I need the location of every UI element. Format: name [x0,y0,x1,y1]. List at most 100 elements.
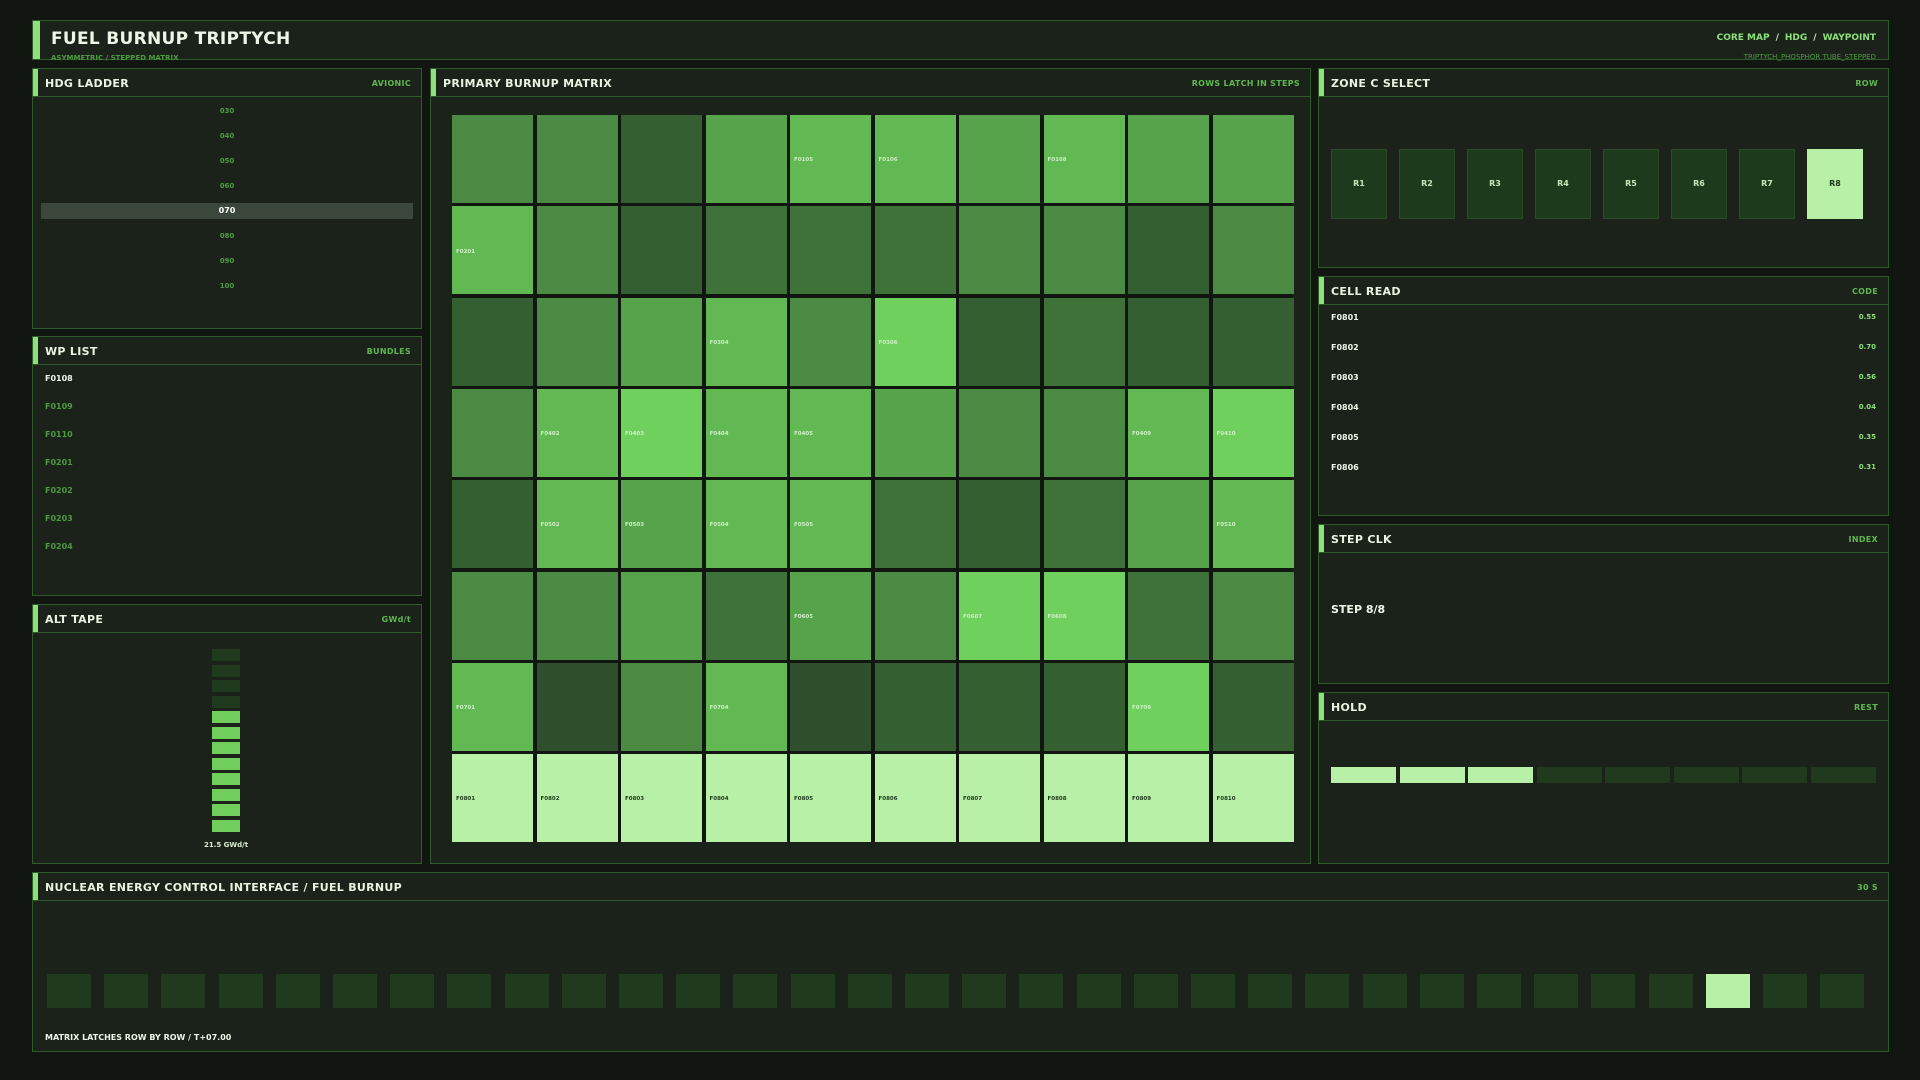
timeline-segment[interactable] [790,974,835,1008]
matrix-cell[interactable] [874,388,956,477]
timeline-segment[interactable] [333,974,377,1008]
matrix-cell[interactable]: F0304 [705,297,787,386]
timeline-segment[interactable] [1248,974,1293,1008]
row-button-r1[interactable]: R1 [1331,149,1387,219]
waypoint-item[interactable]: F0202 [45,486,73,495]
matrix-cell[interactable]: F0105 [790,115,871,203]
timeline-segment[interactable] [1019,974,1064,1008]
timeline-segment[interactable] [447,974,492,1008]
waypoint-item[interactable]: F0108 [45,374,73,383]
timeline-segment[interactable] [733,974,778,1008]
matrix-cell[interactable] [1043,480,1125,569]
matrix-cell[interactable]: F0402 [536,388,618,477]
matrix-cell[interactable]: F0605 [790,571,871,660]
matrix-cell[interactable] [705,115,787,203]
timeline-segment[interactable] [561,974,606,1008]
matrix-cell[interactable]: F0810 [1212,754,1294,843]
matrix-cell[interactable]: F0802 [536,754,618,843]
matrix-cell[interactable]: F0410 [1212,388,1294,477]
timeline-segment[interactable] [905,974,949,1008]
matrix-cell[interactable] [874,571,956,660]
matrix-cell[interactable] [790,662,871,751]
row-button-r3[interactable]: R3 [1467,149,1523,219]
matrix-cell[interactable] [452,115,533,203]
timeline-segment[interactable] [390,974,435,1008]
matrix-cell[interactable] [959,388,1040,477]
matrix-cell[interactable] [1043,662,1125,751]
matrix-cell[interactable]: F0806 [874,754,956,843]
matrix-cell[interactable] [959,662,1040,751]
waypoint-item[interactable]: F0109 [45,402,73,411]
timeline-segment[interactable] [1076,974,1121,1008]
matrix-cell[interactable] [790,206,871,295]
matrix-cell[interactable] [1128,297,1209,386]
matrix-cell[interactable] [621,297,702,386]
matrix-cell[interactable] [1128,480,1209,569]
row-button-r7[interactable]: R7 [1739,149,1795,219]
matrix-cell[interactable] [536,115,618,203]
matrix-cell[interactable] [874,662,956,751]
matrix-cell[interactable] [959,297,1040,386]
matrix-cell[interactable]: F0608 [1043,571,1125,660]
timeline-segment[interactable] [47,974,91,1008]
matrix-cell[interactable] [1128,571,1209,660]
timeline-segment[interactable] [1591,974,1636,1008]
breadcrumb-waypoint[interactable]: WAYPOINT [1823,33,1876,43]
matrix-cell[interactable] [1212,206,1294,295]
matrix-cell[interactable] [621,115,702,203]
matrix-cell[interactable]: F0409 [1128,388,1209,477]
matrix-cell[interactable] [959,115,1040,203]
matrix-cell[interactable] [874,206,956,295]
matrix-cell[interactable]: F0306 [874,297,956,386]
timeline-segment[interactable] [847,974,892,1008]
breadcrumb-hdg[interactable]: HDG [1785,33,1807,43]
matrix-cell[interactable]: F0502 [536,480,618,569]
timeline-segment[interactable] [1305,974,1350,1008]
matrix-cell[interactable] [1128,206,1209,295]
matrix-cell[interactable] [452,480,533,569]
waypoint-item[interactable]: F0204 [45,542,73,551]
matrix-cell[interactable]: F0106 [874,115,956,203]
matrix-cell[interactable] [705,206,787,295]
matrix-cell[interactable]: F0504 [705,480,787,569]
matrix-cell[interactable]: F0503 [621,480,702,569]
waypoint-item[interactable]: F0201 [45,458,73,467]
matrix-cell[interactable] [621,206,702,295]
row-button-r4[interactable]: R4 [1535,149,1591,219]
timeline-segment[interactable] [1477,974,1521,1008]
timeline-segment[interactable] [161,974,206,1008]
timeline-segment[interactable] [218,974,263,1008]
matrix-cell[interactable]: F0701 [452,662,533,751]
timeline-segment[interactable] [676,974,721,1008]
matrix-cell[interactable] [1043,388,1125,477]
matrix-cell[interactable] [452,297,533,386]
matrix-cell[interactable] [790,297,871,386]
matrix-cell[interactable] [1212,662,1294,751]
timeline-segment[interactable] [1133,974,1178,1008]
matrix-cell[interactable] [452,571,533,660]
timeline-segment[interactable] [1534,974,1579,1008]
matrix-cell[interactable] [1043,297,1125,386]
timeline-segment[interactable] [619,974,663,1008]
matrix-cell[interactable] [536,571,618,660]
matrix-cell[interactable]: F0804 [705,754,787,843]
matrix-cell[interactable]: F0803 [621,754,702,843]
matrix-cell[interactable]: F0801 [452,754,533,843]
matrix-cell[interactable] [452,388,533,477]
matrix-cell[interactable] [1212,571,1294,660]
matrix-cell[interactable] [536,297,618,386]
matrix-cell[interactable] [959,206,1040,295]
matrix-cell[interactable] [536,206,618,295]
timeline-segment[interactable] [1362,974,1407,1008]
matrix-cell[interactable]: F0704 [705,662,787,751]
timeline-segment[interactable] [104,974,149,1008]
matrix-cell[interactable]: F0808 [1043,754,1125,843]
matrix-cell[interactable]: F0108 [1043,115,1125,203]
matrix-cell[interactable]: F0807 [959,754,1040,843]
matrix-cell[interactable]: F0607 [959,571,1040,660]
matrix-cell[interactable] [1043,206,1125,295]
timeline-segment[interactable] [1820,974,1865,1008]
row-button-r8[interactable]: R8 [1807,149,1863,219]
matrix-cell[interactable] [621,571,702,660]
row-button-r5[interactable]: R5 [1603,149,1659,219]
